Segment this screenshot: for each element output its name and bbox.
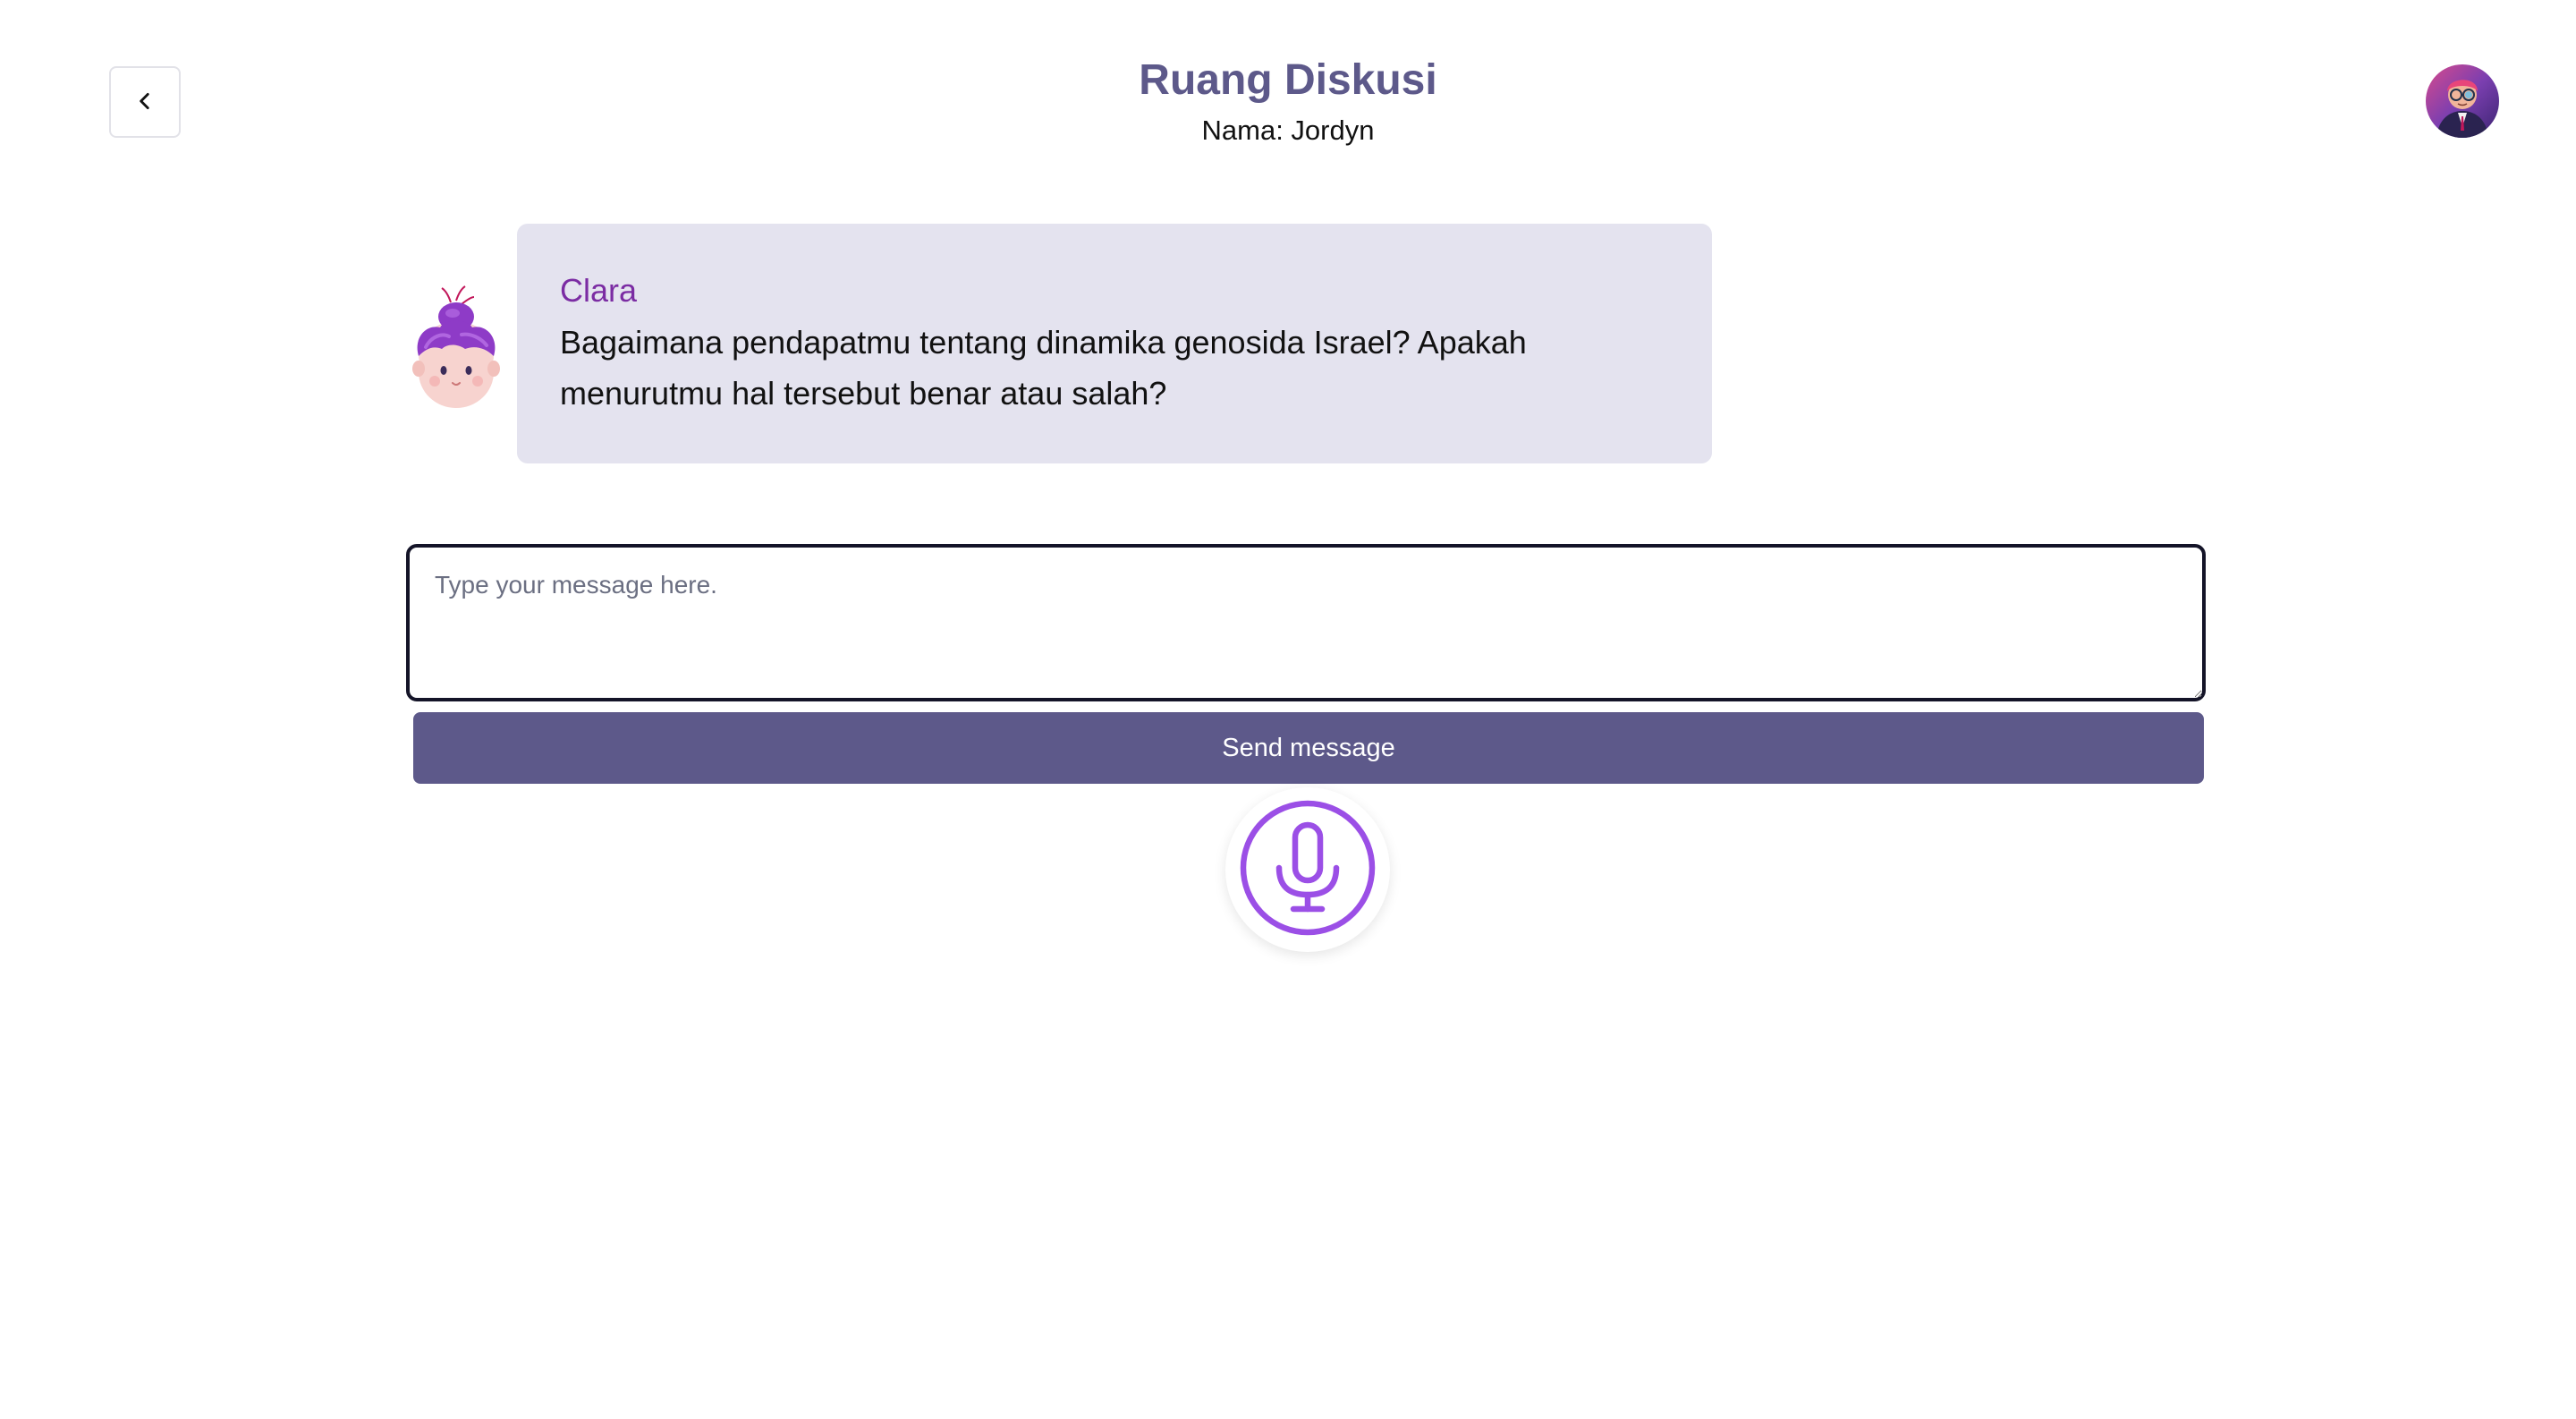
microphone-icon: [1238, 798, 1377, 942]
page-title: Ruang Diskusi: [1139, 56, 1437, 104]
chat-page: Ruang Diskusi Nama: Jordyn Clara Bagaima…: [0, 0, 2576, 1419]
user-avatar[interactable]: [2426, 64, 2499, 138]
message-sender: Clara: [560, 272, 638, 309]
send-message-button[interactable]: Send message: [413, 712, 2204, 784]
page-subtitle: Nama: Jordyn: [1201, 115, 1375, 146]
bot-avatar: [408, 283, 504, 408]
message-bubble: Clara Bagaimana pendapatmu tentang dinam…: [517, 224, 1712, 463]
message-text: Bagaimana pendapatmu tentang dinamika ge…: [560, 324, 1527, 412]
page-header: Ruang Diskusi Nama: Jordyn: [0, 52, 2576, 150]
send-message-label: Send message: [1222, 733, 1395, 762]
microphone-button[interactable]: [1225, 787, 1390, 952]
message-input[interactable]: [406, 544, 2206, 701]
